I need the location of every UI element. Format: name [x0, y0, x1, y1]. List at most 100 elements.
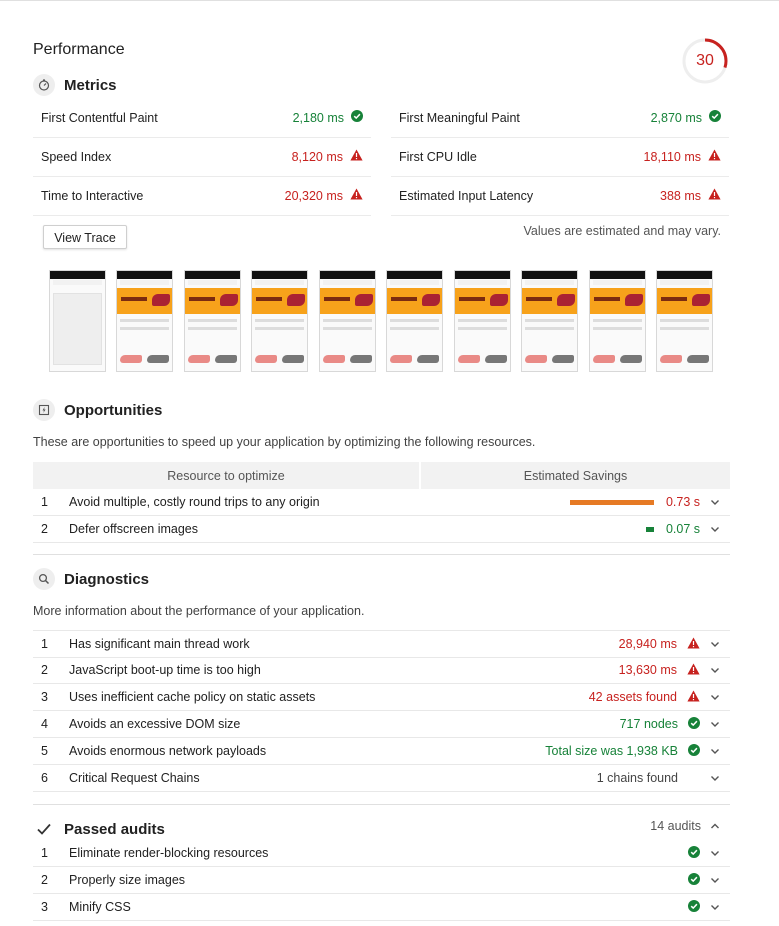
warning-triangle-icon: [708, 149, 721, 164]
column-savings: Estimated Savings: [421, 462, 730, 489]
row-value: 717 nodes: [619, 717, 678, 731]
metric-time-to-interactive: Time to Interactive 20,320 ms: [33, 176, 371, 216]
row-value: 28,940 ms: [618, 637, 677, 651]
check-circle-icon: [688, 872, 700, 888]
chevron-down-icon[interactable]: [709, 874, 721, 886]
row-number: 1: [41, 846, 48, 860]
check-circle-icon: [688, 716, 700, 732]
filmstrip-frame: [521, 270, 578, 372]
row-label: Avoids enormous network payloads: [69, 744, 267, 758]
audit-count: 14 audits: [650, 819, 701, 833]
view-trace-button[interactable]: View Trace: [43, 225, 127, 249]
check-circle-icon: [688, 845, 700, 861]
section-divider: [33, 804, 730, 805]
passed-audit-row[interactable]: 1 Eliminate render-blocking resources: [33, 840, 730, 867]
diagnostic-row[interactable]: 4 Avoids an excessive DOM size 717 nodes: [33, 711, 730, 738]
row-number: 2: [41, 522, 48, 536]
row-number: 3: [41, 690, 48, 704]
row-number: 1: [41, 495, 48, 509]
passed-audits-header[interactable]: Passed audits: [33, 818, 165, 840]
diagnostics-header: Diagnostics: [33, 568, 149, 590]
opportunities-title: Opportunities: [64, 401, 163, 419]
warning-triangle-icon: [687, 637, 700, 652]
chevron-down-icon[interactable]: [709, 901, 721, 913]
chevron-down-icon[interactable]: [709, 638, 721, 650]
checkmark-icon: [33, 818, 55, 840]
metric-label: Speed Index: [41, 149, 112, 164]
warning-triangle-icon: [350, 149, 363, 164]
chevron-down-icon[interactable]: [709, 691, 721, 703]
filmstrip-frame: [251, 270, 308, 372]
row-label: JavaScript boot-up time is too high: [69, 663, 261, 677]
row-label: Defer offscreen images: [69, 522, 198, 536]
warning-triangle-icon: [350, 188, 363, 203]
metric-label: First CPU Idle: [399, 149, 477, 164]
row-label: Has significant main thread work: [69, 637, 250, 651]
row-value: 0.73 s: [665, 495, 700, 509]
performance-score: 30: [696, 52, 714, 69]
metric-value: 18,110 ms: [643, 149, 701, 164]
metric-first-contentful-paint: First Contentful Paint 2,180 ms: [33, 98, 371, 138]
metric-label: First Meaningful Paint: [399, 110, 520, 125]
diagnostic-row[interactable]: 3 Uses inefficient cache policy on stati…: [33, 684, 730, 711]
row-label: Eliminate render-blocking resources: [69, 846, 269, 860]
opportunities-header: Opportunities: [33, 399, 162, 421]
opportunity-row[interactable]: 1 Avoid multiple, costly round trips to …: [33, 489, 730, 516]
row-value: 1 chains found: [596, 771, 678, 785]
chevron-down-icon[interactable]: [709, 664, 721, 676]
check-circle-icon: [688, 899, 700, 915]
metrics-header: Metrics: [33, 74, 117, 96]
row-label: Avoids an excessive DOM size: [69, 717, 241, 731]
savings-bar: [645, 526, 654, 532]
warning-triangle-icon: [687, 690, 700, 705]
section-divider: [33, 554, 730, 555]
performance-score-gauge: 30: [681, 37, 729, 85]
opportunity-row[interactable]: 2 Defer offscreen images 0.07 s: [33, 516, 730, 543]
check-circle-icon: [351, 110, 363, 125]
diagnostics-title: Diagnostics: [64, 570, 150, 588]
diagnostic-row[interactable]: 6 Critical Request Chains 1 chains found: [33, 765, 730, 792]
performance-title: Performance: [33, 41, 125, 58]
lightning-doc-icon: [33, 399, 55, 421]
diagnostic-row[interactable]: 1 Has significant main thread work 28,94…: [33, 630, 730, 658]
chevron-down-icon[interactable]: [709, 745, 721, 757]
metric-value: 20,320 ms: [284, 188, 343, 203]
row-value: 42 assets found: [588, 690, 677, 704]
estimate-note: Values are estimated and may vary.: [523, 224, 721, 238]
row-number: 1: [41, 637, 48, 651]
diagnostics-description: More information about the performance o…: [33, 604, 365, 618]
metric-label: Time to Interactive: [41, 188, 144, 203]
metric-first-meaningful-paint: First Meaningful Paint 2,870 ms: [391, 98, 729, 138]
metric-first-cpu-idle: First CPU Idle 18,110 ms: [391, 137, 729, 177]
timer-icon: [33, 74, 55, 96]
passed-audits-count[interactable]: 14 audits: [650, 819, 721, 833]
metrics-title: Metrics: [64, 76, 117, 94]
chevron-down-icon[interactable]: [709, 718, 721, 730]
row-value: Total size was 1,938 KB: [545, 744, 678, 758]
diagnostic-row[interactable]: 5 Avoids enormous network payloads Total…: [33, 738, 730, 765]
row-number: 3: [41, 900, 48, 914]
metric-value: 2,180 ms: [292, 110, 344, 125]
filmstrip-frame: [454, 270, 511, 372]
chevron-down-icon[interactable]: [709, 772, 721, 784]
metric-label: First Contentful Paint: [41, 110, 158, 125]
passed-audit-row[interactable]: 2 Properly size images: [33, 867, 730, 894]
metric-speed-index: Speed Index 8,120 ms: [33, 137, 371, 177]
column-resource: Resource to optimize: [33, 462, 419, 489]
passed-audit-row[interactable]: 3 Minify CSS: [33, 894, 730, 921]
row-number: 2: [41, 873, 48, 887]
row-number: 4: [41, 717, 48, 731]
chevron-down-icon[interactable]: [709, 847, 721, 859]
check-circle-icon: [709, 110, 721, 125]
row-number: 5: [41, 744, 48, 758]
diagnostic-row[interactable]: 2 JavaScript boot-up time is too high 13…: [33, 657, 730, 684]
chevron-up-icon[interactable]: [709, 820, 721, 832]
filmstrip-frame: [386, 270, 443, 372]
filmstrip-frame: [589, 270, 646, 372]
check-circle-icon: [688, 743, 700, 759]
warning-triangle-icon: [687, 663, 700, 678]
chevron-down-icon[interactable]: [709, 523, 721, 535]
savings-bar: [569, 499, 654, 505]
chevron-down-icon[interactable]: [709, 496, 721, 508]
opportunities-table-header: Resource to optimize Estimated Savings: [33, 462, 730, 489]
